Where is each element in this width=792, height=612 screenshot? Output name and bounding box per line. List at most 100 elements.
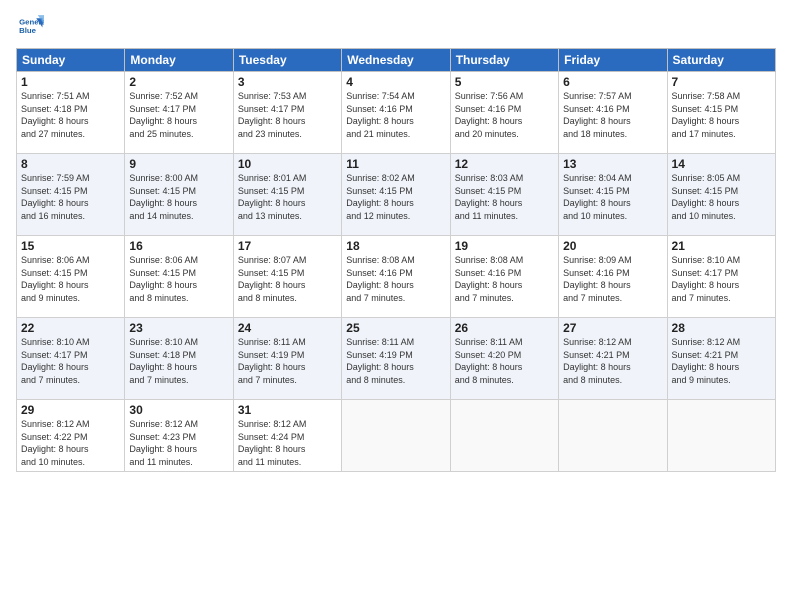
cell-info: Sunrise: 8:10 AMSunset: 4:17 PMDaylight:… bbox=[21, 336, 120, 386]
calendar-cell: 15Sunrise: 8:06 AMSunset: 4:15 PMDayligh… bbox=[17, 236, 125, 318]
day-number: 25 bbox=[346, 321, 445, 335]
calendar-cell: 29Sunrise: 8:12 AMSunset: 4:22 PMDayligh… bbox=[17, 400, 125, 472]
calendar-cell: 1Sunrise: 7:51 AMSunset: 4:18 PMDaylight… bbox=[17, 72, 125, 154]
weekday-header: Tuesday bbox=[233, 49, 341, 72]
calendar-cell bbox=[667, 400, 775, 472]
day-number: 2 bbox=[129, 75, 228, 89]
day-number: 24 bbox=[238, 321, 337, 335]
calendar-cell: 12Sunrise: 8:03 AMSunset: 4:15 PMDayligh… bbox=[450, 154, 558, 236]
day-number: 14 bbox=[672, 157, 771, 171]
cell-info: Sunrise: 7:54 AMSunset: 4:16 PMDaylight:… bbox=[346, 90, 445, 140]
cell-info: Sunrise: 7:56 AMSunset: 4:16 PMDaylight:… bbox=[455, 90, 554, 140]
cell-info: Sunrise: 8:11 AMSunset: 4:19 PMDaylight:… bbox=[238, 336, 337, 386]
cell-info: Sunrise: 8:07 AMSunset: 4:15 PMDaylight:… bbox=[238, 254, 337, 304]
day-number: 10 bbox=[238, 157, 337, 171]
day-number: 16 bbox=[129, 239, 228, 253]
cell-info: Sunrise: 8:11 AMSunset: 4:20 PMDaylight:… bbox=[455, 336, 554, 386]
cell-info: Sunrise: 7:51 AMSunset: 4:18 PMDaylight:… bbox=[21, 90, 120, 140]
day-number: 19 bbox=[455, 239, 554, 253]
calendar-cell: 25Sunrise: 8:11 AMSunset: 4:19 PMDayligh… bbox=[342, 318, 450, 400]
day-number: 17 bbox=[238, 239, 337, 253]
logo-icon: General Blue bbox=[16, 12, 44, 40]
day-number: 3 bbox=[238, 75, 337, 89]
calendar-cell: 13Sunrise: 8:04 AMSunset: 4:15 PMDayligh… bbox=[559, 154, 667, 236]
cell-info: Sunrise: 8:12 AMSunset: 4:23 PMDaylight:… bbox=[129, 418, 228, 468]
calendar-cell: 31Sunrise: 8:12 AMSunset: 4:24 PMDayligh… bbox=[233, 400, 341, 472]
cell-info: Sunrise: 8:12 AMSunset: 4:22 PMDaylight:… bbox=[21, 418, 120, 468]
day-number: 26 bbox=[455, 321, 554, 335]
weekday-header: Saturday bbox=[667, 49, 775, 72]
cell-info: Sunrise: 8:09 AMSunset: 4:16 PMDaylight:… bbox=[563, 254, 662, 304]
day-number: 30 bbox=[129, 403, 228, 417]
cell-info: Sunrise: 8:00 AMSunset: 4:15 PMDaylight:… bbox=[129, 172, 228, 222]
cell-info: Sunrise: 7:58 AMSunset: 4:15 PMDaylight:… bbox=[672, 90, 771, 140]
page: General Blue SundayMondayTuesdayWednesda… bbox=[0, 0, 792, 612]
cell-info: Sunrise: 8:10 AMSunset: 4:18 PMDaylight:… bbox=[129, 336, 228, 386]
day-number: 9 bbox=[129, 157, 228, 171]
calendar-cell bbox=[342, 400, 450, 472]
cell-info: Sunrise: 8:03 AMSunset: 4:15 PMDaylight:… bbox=[455, 172, 554, 222]
weekday-header: Friday bbox=[559, 49, 667, 72]
day-number: 27 bbox=[563, 321, 662, 335]
calendar-cell: 4Sunrise: 7:54 AMSunset: 4:16 PMDaylight… bbox=[342, 72, 450, 154]
day-number: 13 bbox=[563, 157, 662, 171]
cell-info: Sunrise: 7:52 AMSunset: 4:17 PMDaylight:… bbox=[129, 90, 228, 140]
calendar-cell: 8Sunrise: 7:59 AMSunset: 4:15 PMDaylight… bbox=[17, 154, 125, 236]
calendar-week-row: 22Sunrise: 8:10 AMSunset: 4:17 PMDayligh… bbox=[17, 318, 776, 400]
cell-info: Sunrise: 8:10 AMSunset: 4:17 PMDaylight:… bbox=[672, 254, 771, 304]
calendar-cell: 14Sunrise: 8:05 AMSunset: 4:15 PMDayligh… bbox=[667, 154, 775, 236]
calendar-week-row: 29Sunrise: 8:12 AMSunset: 4:22 PMDayligh… bbox=[17, 400, 776, 472]
cell-info: Sunrise: 7:59 AMSunset: 4:15 PMDaylight:… bbox=[21, 172, 120, 222]
calendar-cell: 6Sunrise: 7:57 AMSunset: 4:16 PMDaylight… bbox=[559, 72, 667, 154]
cell-info: Sunrise: 7:57 AMSunset: 4:16 PMDaylight:… bbox=[563, 90, 662, 140]
day-number: 22 bbox=[21, 321, 120, 335]
day-number: 8 bbox=[21, 157, 120, 171]
calendar-cell: 2Sunrise: 7:52 AMSunset: 4:17 PMDaylight… bbox=[125, 72, 233, 154]
calendar-cell: 9Sunrise: 8:00 AMSunset: 4:15 PMDaylight… bbox=[125, 154, 233, 236]
weekday-header: Wednesday bbox=[342, 49, 450, 72]
cell-info: Sunrise: 8:02 AMSunset: 4:15 PMDaylight:… bbox=[346, 172, 445, 222]
day-number: 7 bbox=[672, 75, 771, 89]
cell-info: Sunrise: 8:06 AMSunset: 4:15 PMDaylight:… bbox=[21, 254, 120, 304]
day-number: 18 bbox=[346, 239, 445, 253]
calendar-cell bbox=[559, 400, 667, 472]
day-number: 11 bbox=[346, 157, 445, 171]
calendar-week-row: 15Sunrise: 8:06 AMSunset: 4:15 PMDayligh… bbox=[17, 236, 776, 318]
day-number: 23 bbox=[129, 321, 228, 335]
day-number: 31 bbox=[238, 403, 337, 417]
day-number: 15 bbox=[21, 239, 120, 253]
calendar-cell: 22Sunrise: 8:10 AMSunset: 4:17 PMDayligh… bbox=[17, 318, 125, 400]
calendar-cell: 26Sunrise: 8:11 AMSunset: 4:20 PMDayligh… bbox=[450, 318, 558, 400]
cell-info: Sunrise: 8:08 AMSunset: 4:16 PMDaylight:… bbox=[455, 254, 554, 304]
cell-info: Sunrise: 8:12 AMSunset: 4:21 PMDaylight:… bbox=[563, 336, 662, 386]
cell-info: Sunrise: 8:06 AMSunset: 4:15 PMDaylight:… bbox=[129, 254, 228, 304]
calendar-cell: 17Sunrise: 8:07 AMSunset: 4:15 PMDayligh… bbox=[233, 236, 341, 318]
calendar-cell: 20Sunrise: 8:09 AMSunset: 4:16 PMDayligh… bbox=[559, 236, 667, 318]
cell-info: Sunrise: 7:53 AMSunset: 4:17 PMDaylight:… bbox=[238, 90, 337, 140]
calendar-cell: 16Sunrise: 8:06 AMSunset: 4:15 PMDayligh… bbox=[125, 236, 233, 318]
calendar-cell: 23Sunrise: 8:10 AMSunset: 4:18 PMDayligh… bbox=[125, 318, 233, 400]
weekday-header: Sunday bbox=[17, 49, 125, 72]
day-number: 6 bbox=[563, 75, 662, 89]
calendar-cell: 7Sunrise: 7:58 AMSunset: 4:15 PMDaylight… bbox=[667, 72, 775, 154]
calendar-cell: 19Sunrise: 8:08 AMSunset: 4:16 PMDayligh… bbox=[450, 236, 558, 318]
day-number: 5 bbox=[455, 75, 554, 89]
cell-info: Sunrise: 8:12 AMSunset: 4:24 PMDaylight:… bbox=[238, 418, 337, 468]
day-number: 28 bbox=[672, 321, 771, 335]
calendar-cell: 28Sunrise: 8:12 AMSunset: 4:21 PMDayligh… bbox=[667, 318, 775, 400]
cell-info: Sunrise: 8:08 AMSunset: 4:16 PMDaylight:… bbox=[346, 254, 445, 304]
calendar-cell: 30Sunrise: 8:12 AMSunset: 4:23 PMDayligh… bbox=[125, 400, 233, 472]
day-number: 29 bbox=[21, 403, 120, 417]
calendar-cell bbox=[450, 400, 558, 472]
day-number: 21 bbox=[672, 239, 771, 253]
weekday-header: Monday bbox=[125, 49, 233, 72]
cell-info: Sunrise: 8:05 AMSunset: 4:15 PMDaylight:… bbox=[672, 172, 771, 222]
calendar-cell: 18Sunrise: 8:08 AMSunset: 4:16 PMDayligh… bbox=[342, 236, 450, 318]
weekday-header: Thursday bbox=[450, 49, 558, 72]
svg-text:Blue: Blue bbox=[19, 26, 37, 35]
calendar-cell: 5Sunrise: 7:56 AMSunset: 4:16 PMDaylight… bbox=[450, 72, 558, 154]
calendar-table: SundayMondayTuesdayWednesdayThursdayFrid… bbox=[16, 48, 776, 472]
calendar-cell: 10Sunrise: 8:01 AMSunset: 4:15 PMDayligh… bbox=[233, 154, 341, 236]
calendar-cell: 21Sunrise: 8:10 AMSunset: 4:17 PMDayligh… bbox=[667, 236, 775, 318]
calendar-cell: 24Sunrise: 8:11 AMSunset: 4:19 PMDayligh… bbox=[233, 318, 341, 400]
